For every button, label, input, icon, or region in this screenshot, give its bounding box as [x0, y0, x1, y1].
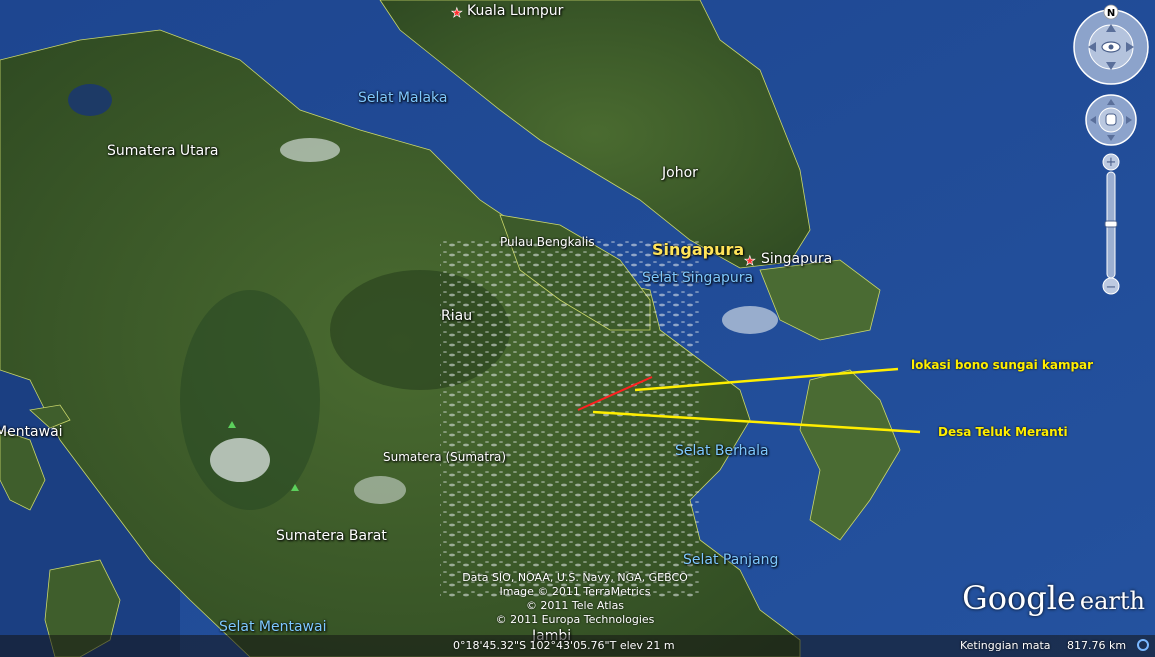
cloud-patch [210, 438, 270, 482]
google-earth-logo: Google earth [962, 579, 1145, 617]
label-selat-panjang: Selat Panjang [683, 552, 779, 568]
label-kuala-lumpur: Kuala Lumpur [467, 3, 564, 19]
label-riau: Riau [441, 308, 473, 324]
credit-line: © 2011 Tele Atlas [525, 599, 625, 612]
cloud-band [440, 240, 700, 600]
north-indicator[interactable]: N [1103, 4, 1119, 20]
eye-altitude-value: 817.76 km [1067, 639, 1127, 652]
credit-line: Data SIO, NOAA, U.S. Navy, NGA, GEBCO [462, 571, 688, 584]
label-selat-singapura: Selat Singapura [642, 270, 754, 286]
satellite-imagery[interactable]: ★ ★ [0, 0, 1155, 657]
label-pulau-bengkalis: Pulau Bengkalis [500, 235, 595, 249]
label-singapura-region: Singapura [652, 240, 745, 259]
zoom-in-button[interactable]: + [1102, 153, 1120, 171]
label-selat-berhala: Selat Berhala [675, 443, 769, 459]
logo-earth: earth [1079, 587, 1145, 615]
label-singapura-city: Singapura [761, 251, 833, 267]
eye-icon [1101, 41, 1121, 53]
cloud-patch [722, 306, 778, 334]
hand-icon [1105, 113, 1117, 126]
logo-google: Google [962, 579, 1076, 617]
streaming-indicator-icon [1137, 639, 1149, 651]
label-sumatera: Sumatera (Sumatra) [383, 450, 507, 464]
zoom-out-label: − [1106, 280, 1117, 295]
navigation-controls: N + − [1073, 4, 1149, 295]
singapura-marker[interactable]: ★ [744, 254, 756, 270]
status-bar: 0°18'45.32"S 102°43'05.76"T elev 21 m Ke… [0, 635, 1155, 657]
compass-north-label: N [1107, 8, 1115, 19]
credit-line: Image © 2011 TerraMetrics [499, 585, 651, 598]
lake-toba [68, 84, 112, 116]
cursor-coordinates: 0°18'45.32"S 102°43'05.76"T elev 21 m [453, 639, 675, 652]
label-sumatera-utara: Sumatera Utara [107, 143, 219, 159]
imagery-credits: Data SIO, NOAA, U.S. Navy, NGA, GEBCO Im… [430, 571, 720, 627]
zoom-slider-handle[interactable] [1104, 220, 1118, 228]
annotation-desa-teluk-meranti: Desa Teluk Meranti [938, 425, 1068, 439]
credit-line: © 2011 Europa Technologies [495, 613, 655, 626]
label-sumatera-barat: Sumatera Barat [276, 528, 387, 544]
kuala-lumpur-marker[interactable]: ★ [451, 6, 463, 22]
label-mentawai: Mentawai [0, 424, 63, 440]
label-selat-mentawai: Selat Mentawai [219, 619, 327, 635]
label-selat-malaka: Selat Malaka [358, 90, 448, 106]
zoom-in-label: + [1106, 155, 1117, 170]
zoom-out-button[interactable]: − [1102, 277, 1120, 295]
map-viewport[interactable]: ★ ★ Kuala Lumpur Selat Malaka Sumatera U… [0, 0, 1155, 657]
eye-altitude-label: Ketinggian mata [960, 639, 1051, 652]
cloud-patch [280, 138, 340, 162]
cloud-patch [354, 476, 406, 504]
annotation-bono-location: lokasi bono sungai kampar [911, 358, 1094, 372]
label-johor: Johor [662, 165, 698, 181]
